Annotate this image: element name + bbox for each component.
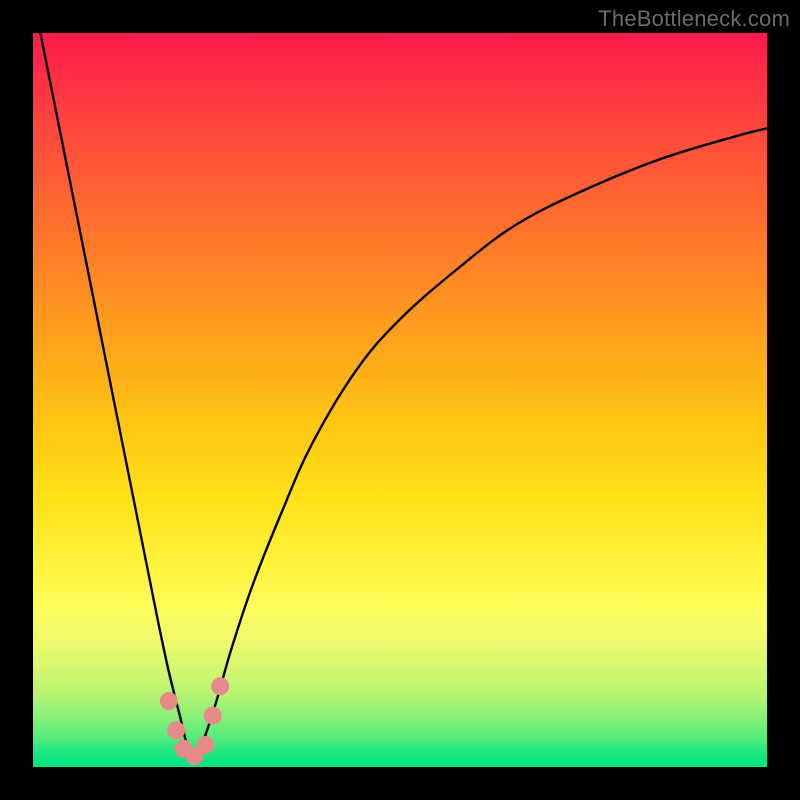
curve-right_branch [194, 128, 767, 759]
trough-marker [211, 677, 229, 695]
watermark-text: TheBottleneck.com [598, 6, 790, 32]
chart-frame: TheBottleneck.com [0, 0, 800, 800]
trough-marker [167, 721, 185, 739]
plot-area [33, 33, 767, 767]
trough-marker [204, 707, 222, 725]
curve-layer [33, 33, 767, 767]
trough-marker [196, 736, 214, 754]
trough-marker [160, 692, 178, 710]
curve-left_branch [40, 33, 194, 760]
